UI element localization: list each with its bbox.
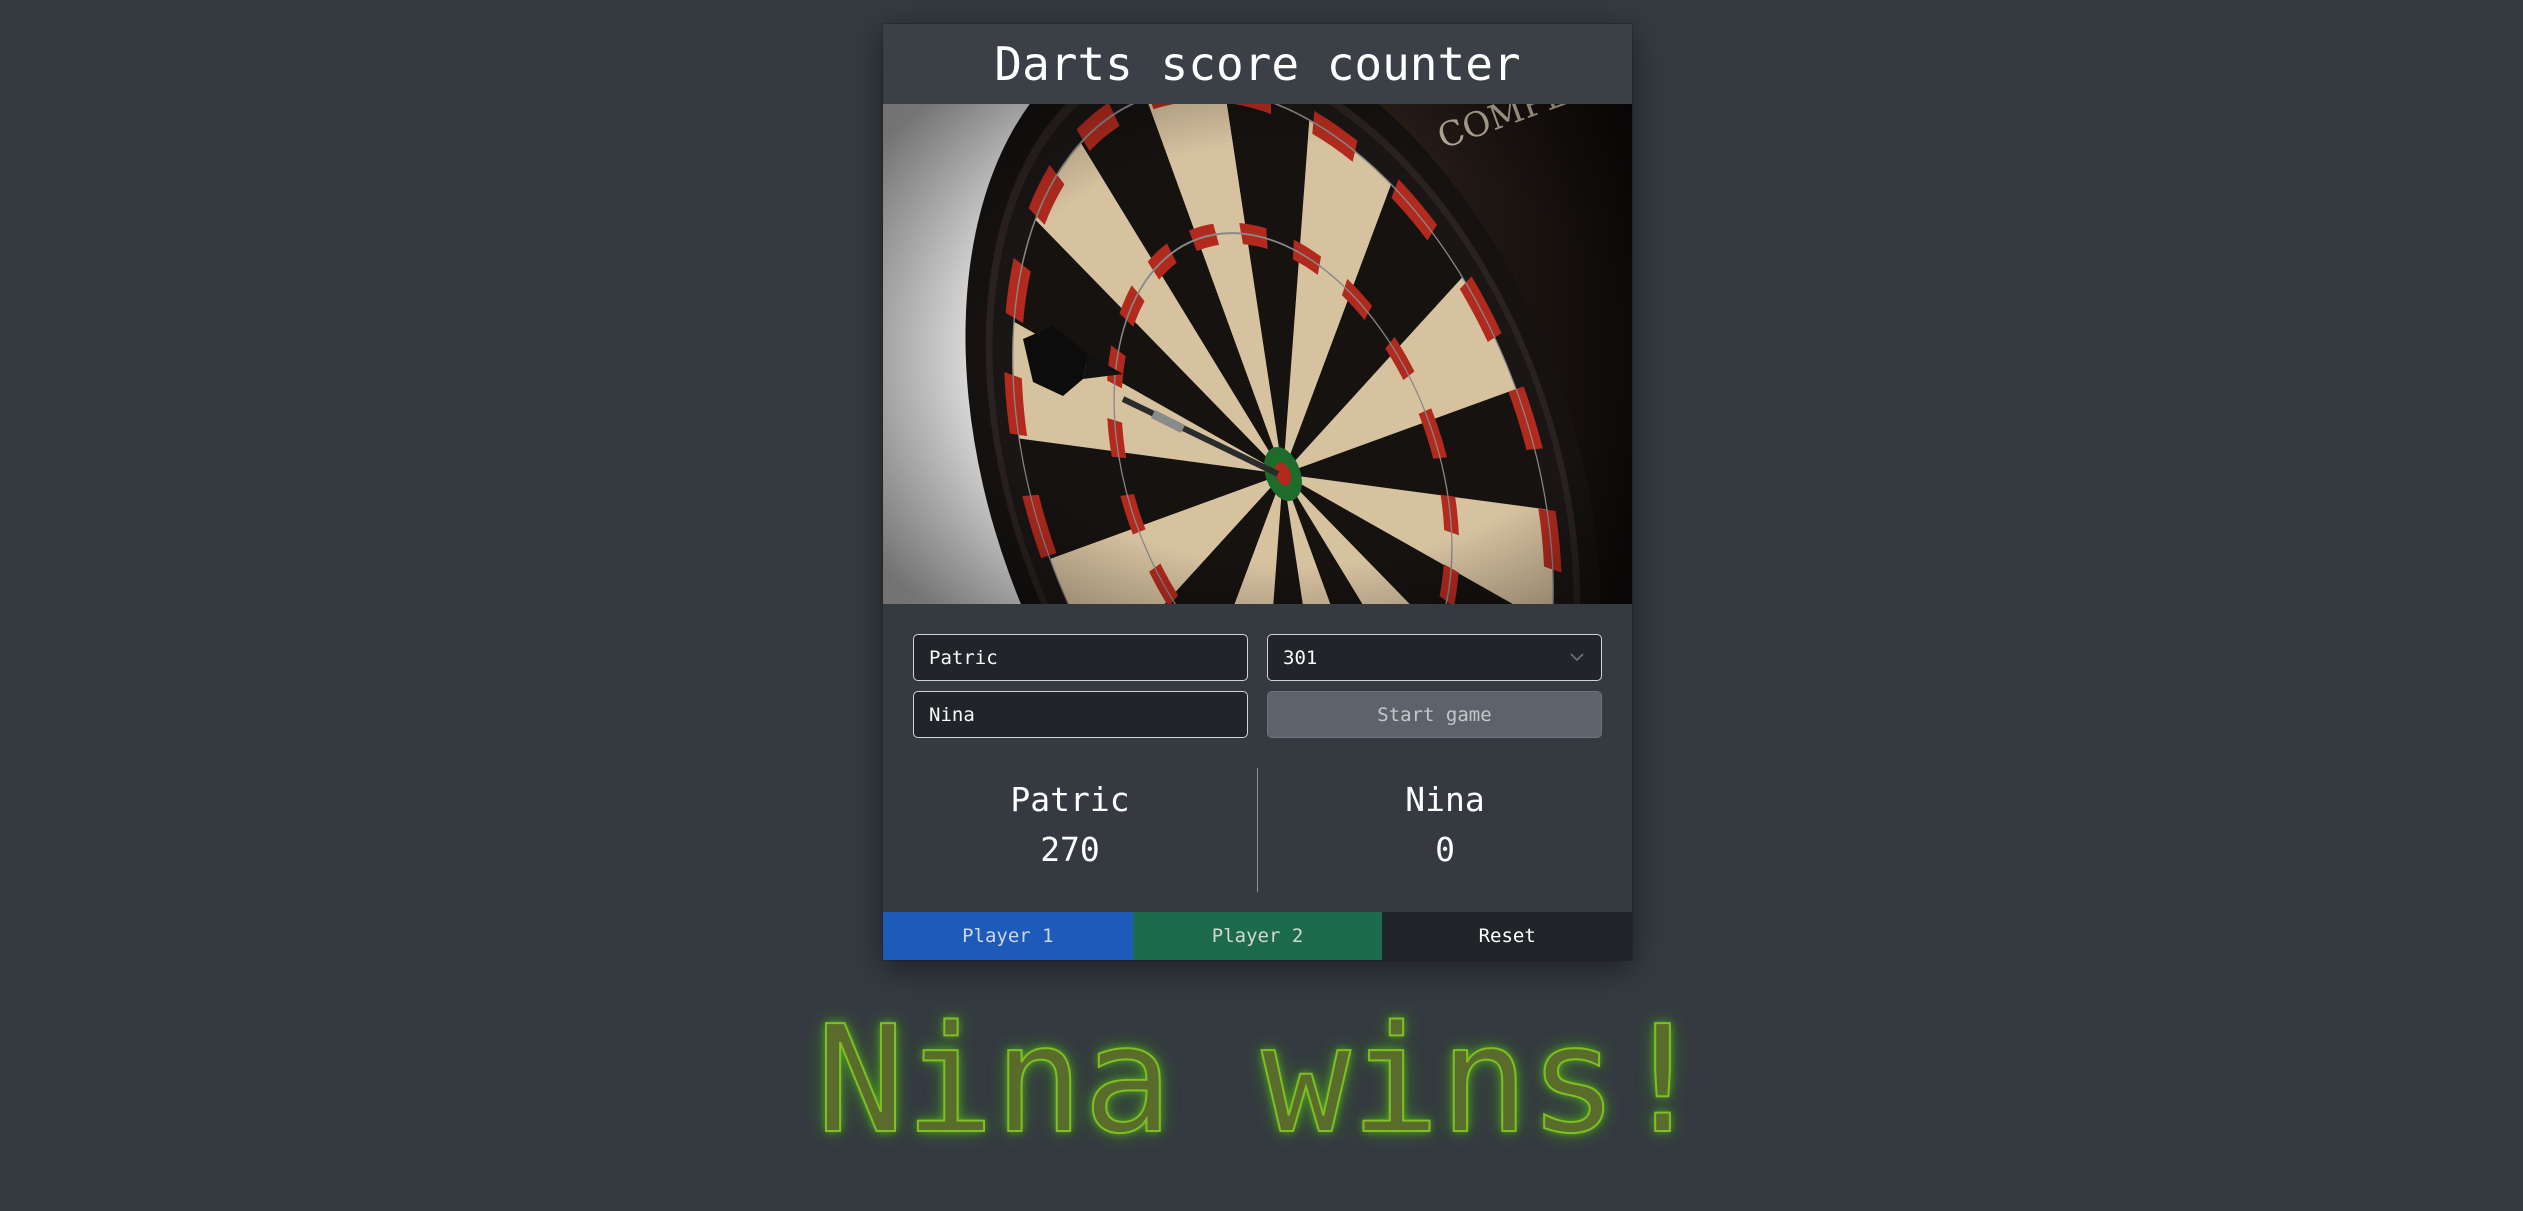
darts-card: Darts score counter Patric 301 Nina Star… [883, 24, 1632, 960]
chevron-down-icon [1568, 649, 1586, 667]
dartboard-photo-icon: COMPETITION [883, 104, 1632, 604]
player2-name-input[interactable]: Nina [913, 691, 1248, 738]
player1-score-panel: Patric 270 [883, 768, 1257, 892]
page-title: Darts score counter [883, 24, 1632, 104]
player2-score-panel: Nina 0 [1258, 768, 1632, 892]
action-buttons: Player 1 Player 2 Reset [883, 912, 1632, 960]
player1-name-input[interactable]: Patric [913, 634, 1248, 681]
game-type-select[interactable]: 301 [1267, 634, 1602, 681]
player1-points: 270 [1040, 830, 1100, 869]
player2-name: Nina [1405, 780, 1485, 819]
player2-points: 0 [1435, 830, 1455, 869]
winner-announcement: Nina wins! [815, 994, 1708, 1166]
player2-button[interactable]: Player 2 [1132, 912, 1383, 960]
player1-button[interactable]: Player 1 [883, 912, 1133, 960]
dartboard-image: COMPETITION [883, 104, 1632, 604]
player1-name: Patric [1010, 780, 1130, 819]
scoreboard: Patric 270 Nina 0 [883, 768, 1632, 892]
start-game-button[interactable]: Start game [1267, 691, 1602, 738]
game-type-value: 301 [1283, 646, 1318, 669]
reset-button[interactable]: Reset [1382, 912, 1632, 960]
